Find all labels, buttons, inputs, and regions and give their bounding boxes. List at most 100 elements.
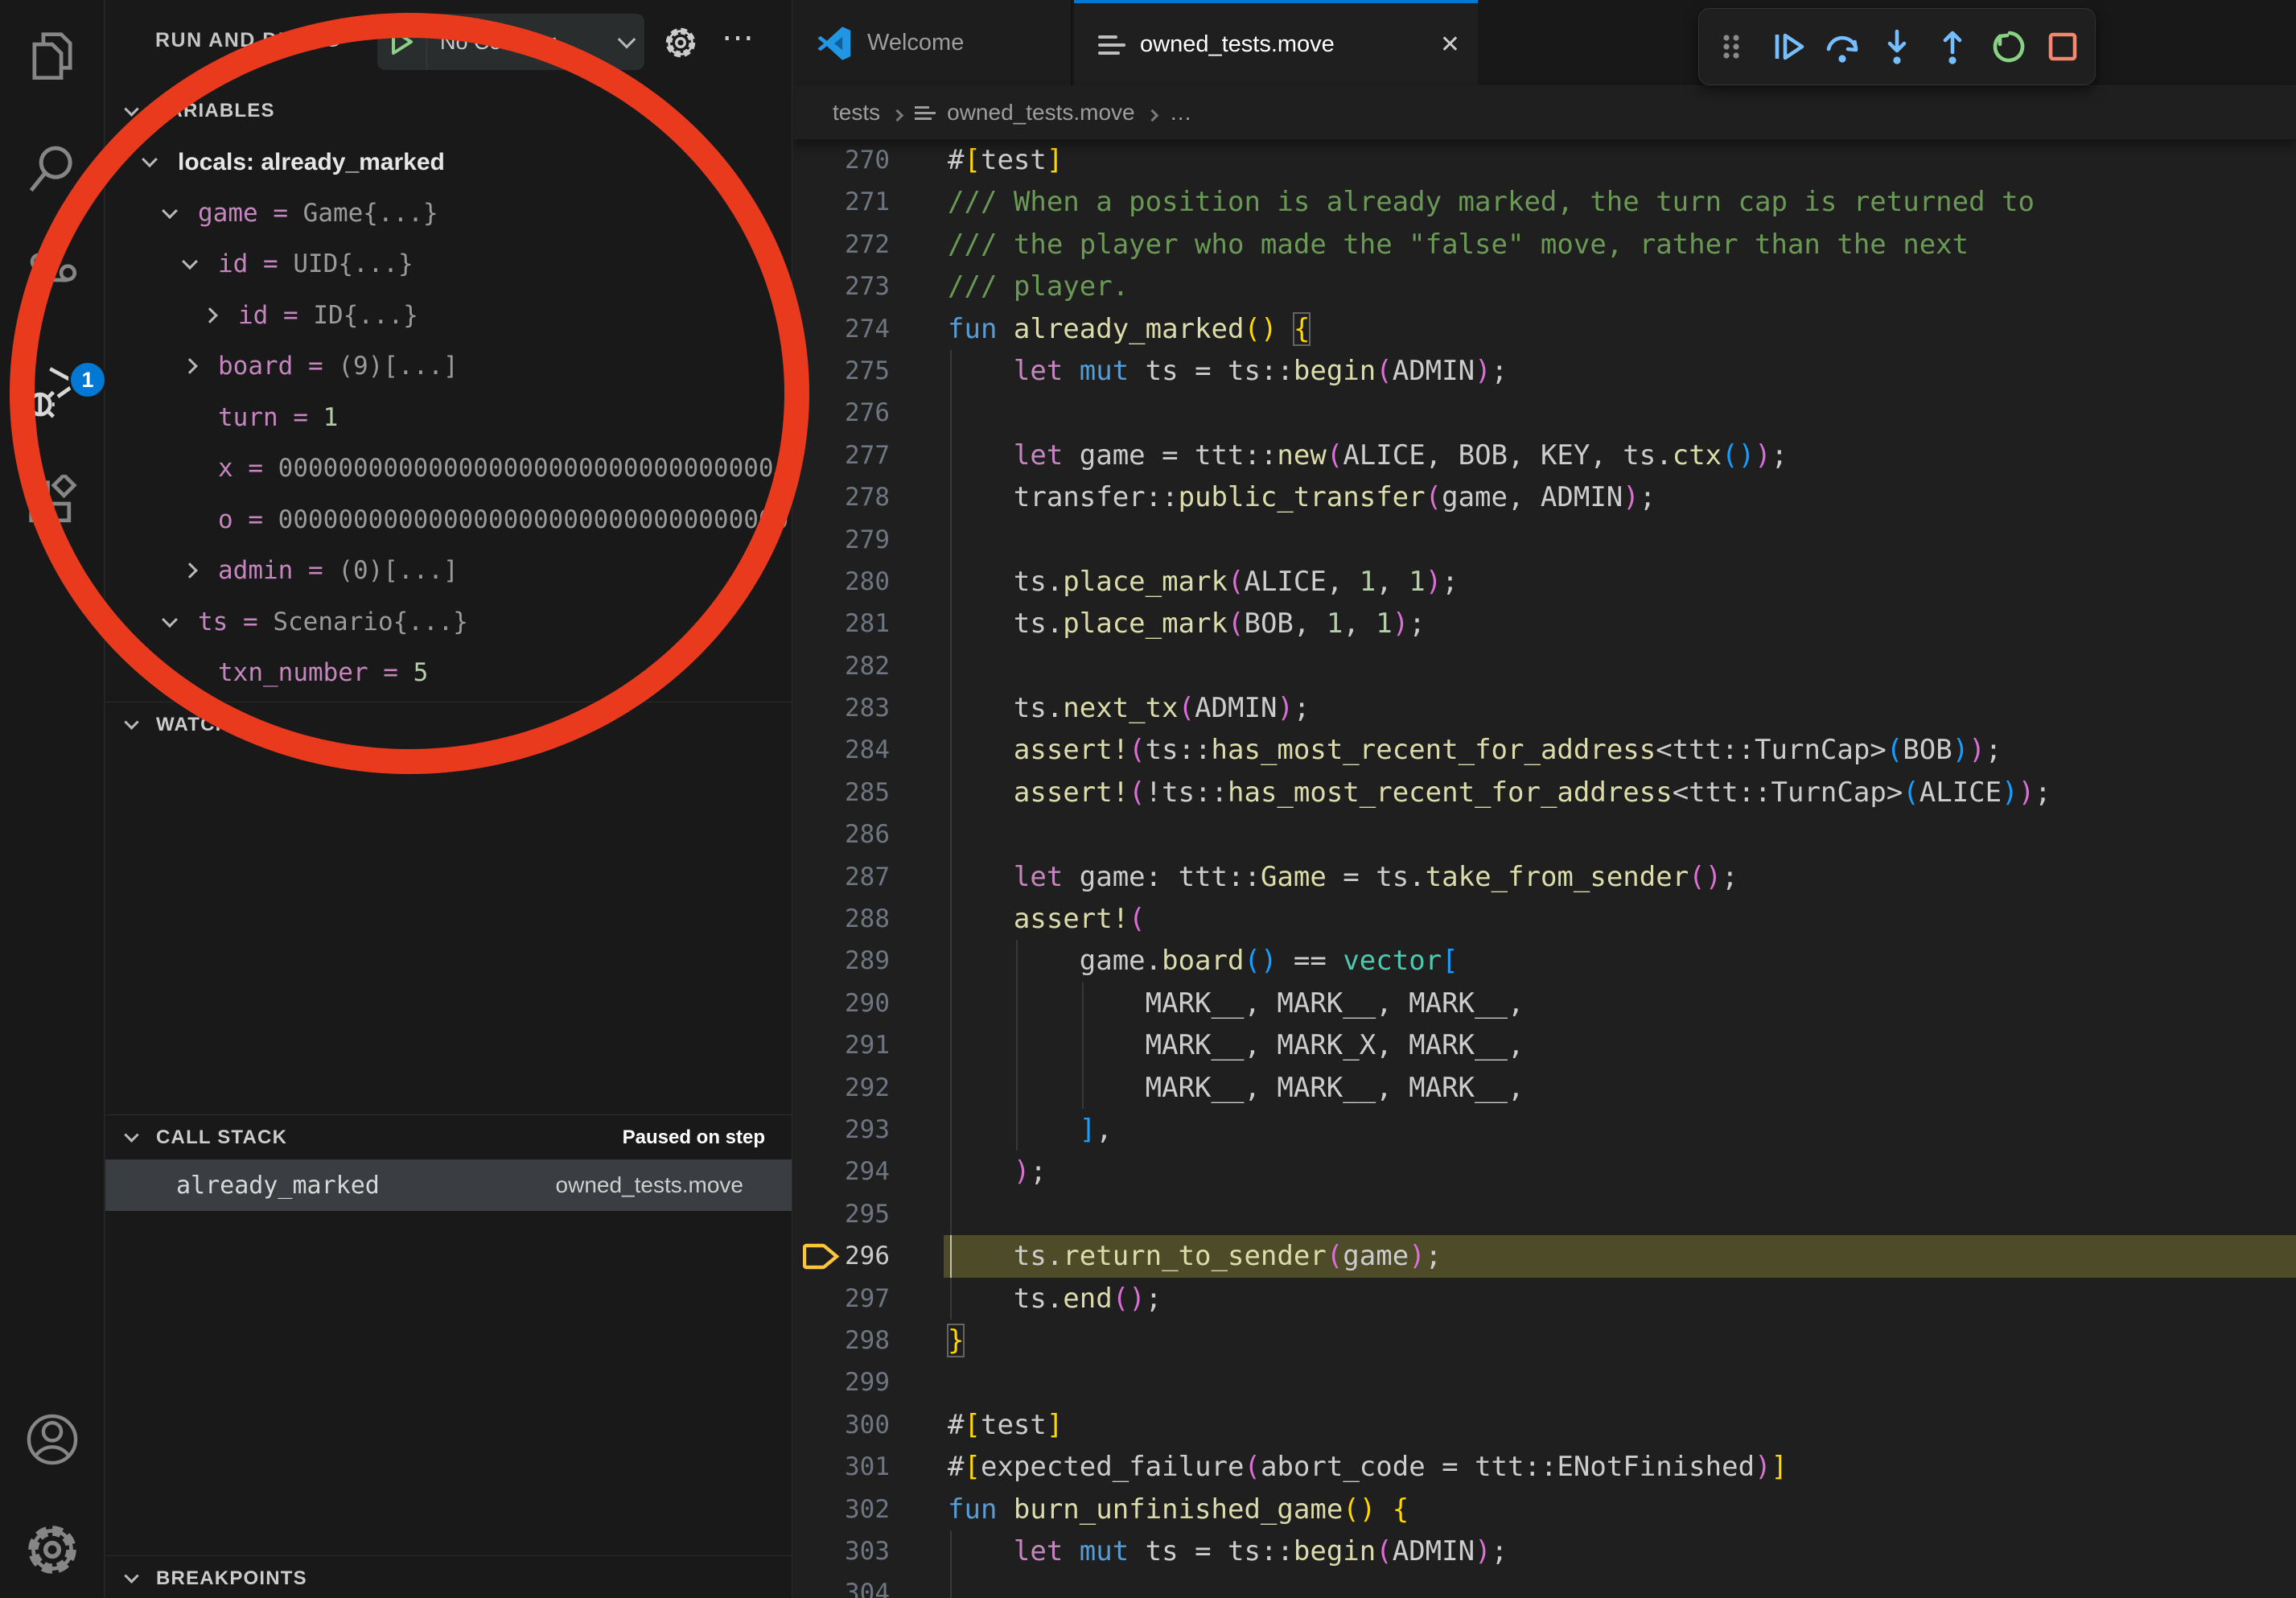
explorer-icon[interactable] — [23, 27, 81, 84]
code-line-295[interactable]: 295 — [793, 1193, 2296, 1235]
variable-row-id[interactable]: id = UID{...} — [105, 239, 792, 290]
continue-button[interactable] — [1764, 24, 1809, 69]
variable-row-id[interactable]: id = ID{...} — [105, 290, 792, 342]
line-number[interactable]: 279 — [793, 519, 890, 561]
line-number[interactable]: 289 — [793, 940, 890, 982]
code-line-287[interactable]: 287let game: ttt::Game = ts.take_from_se… — [793, 856, 2296, 898]
line-number[interactable]: 301 — [793, 1446, 890, 1488]
code-line-304[interactable]: 304 — [793, 1572, 2296, 1598]
line-number[interactable]: 295 — [793, 1193, 890, 1235]
variable-row-x[interactable]: x = 000000000000000000000000000000000… — [105, 443, 792, 495]
line-number[interactable]: 283 — [793, 687, 890, 729]
extensions-icon[interactable] — [23, 475, 81, 533]
line-number[interactable]: 294 — [793, 1151, 890, 1192]
line-number[interactable]: 292 — [793, 1067, 890, 1109]
line-number[interactable]: 302 — [793, 1489, 890, 1530]
code-line-272[interactable]: 272/// the player who made the "false" m… — [793, 224, 2296, 266]
variable-row-game[interactable]: game = Game{...} — [105, 188, 792, 240]
code-line-296[interactable]: 296 ts.return_to_sender(game); — [793, 1235, 2296, 1277]
code-line-270[interactable]: 270#[test] — [793, 139, 2296, 181]
line-number[interactable]: 280 — [793, 561, 890, 603]
more-actions-icon[interactable]: ⋯ — [722, 19, 759, 56]
line-number[interactable]: 286 — [793, 813, 890, 855]
line-number[interactable]: 303 — [793, 1530, 890, 1572]
code-line-275[interactable]: 275let mut ts = ts::begin(ADMIN); — [793, 350, 2296, 392]
code-line-293[interactable]: 293], — [793, 1109, 2296, 1151]
source-control-icon[interactable] — [23, 249, 81, 307]
tab-welcome[interactable]: Welcome — [793, 0, 1072, 86]
debug-settings-gear-icon[interactable] — [662, 24, 699, 61]
breadcrumb-folder[interactable]: tests — [833, 100, 880, 126]
line-number[interactable]: 288 — [793, 898, 890, 940]
step-over-button[interactable] — [1820, 24, 1865, 69]
code-line-302[interactable]: 302fun burn_unfinished_game() { — [793, 1489, 2296, 1530]
breadcrumb-file[interactable]: owned_tests.move — [947, 100, 1134, 126]
account-icon[interactable] — [23, 1411, 81, 1468]
step-into-button[interactable] — [1874, 24, 1920, 69]
line-number[interactable]: 285 — [793, 772, 890, 813]
start-debug-icon[interactable] — [377, 14, 427, 70]
restart-button[interactable] — [1985, 24, 2030, 69]
line-number[interactable]: 281 — [793, 603, 890, 645]
line-number[interactable]: 278 — [793, 476, 890, 518]
settings-gear-icon[interactable] — [23, 1521, 81, 1579]
code-line-284[interactable]: 284assert!(ts::has_most_recent_for_addre… — [793, 729, 2296, 771]
line-number[interactable]: 299 — [793, 1361, 890, 1403]
code-line-280[interactable]: 280ts.place_mark(ALICE, 1, 1); — [793, 561, 2296, 603]
variable-row-ts[interactable]: ts = Scenario{...} — [105, 597, 792, 649]
variables-section-header[interactable]: VARIABLES — [105, 89, 792, 134]
code-line-303[interactable]: 303let mut ts = ts::begin(ADMIN); — [793, 1530, 2296, 1572]
code-line-282[interactable]: 282 — [793, 645, 2296, 687]
call-stack-section-header[interactable]: CALL STACK Paused on step — [105, 1114, 792, 1159]
variable-row-txn_number[interactable]: txn_number = 5 — [105, 648, 792, 699]
code-line-291[interactable]: 291MARK__, MARK_X, MARK__, — [793, 1024, 2296, 1066]
line-number[interactable]: 287 — [793, 856, 890, 898]
stop-button[interactable] — [2040, 24, 2085, 69]
line-number[interactable]: 298 — [793, 1320, 890, 1361]
line-number[interactable]: 304 — [793, 1572, 890, 1598]
breadcrumb-symbol[interactable]: … — [1170, 100, 1192, 126]
code-line-274[interactable]: 274fun already_marked() { — [793, 308, 2296, 350]
variables-scope-row[interactable]: locals: already_marked — [105, 137, 792, 188]
line-number[interactable]: 284 — [793, 729, 890, 771]
line-number[interactable]: 271 — [793, 181, 890, 223]
line-number[interactable]: 277 — [793, 435, 890, 476]
code-line-283[interactable]: 283ts.next_tx(ADMIN); — [793, 687, 2296, 729]
line-number[interactable]: 297 — [793, 1278, 890, 1320]
line-number[interactable]: 273 — [793, 266, 890, 307]
line-number[interactable]: 272 — [793, 224, 890, 266]
close-tab-icon[interactable]: ✕ — [1440, 31, 1460, 59]
code-line-298[interactable]: 298} — [793, 1320, 2296, 1361]
call-stack-frame[interactable]: already_marked owned_tests.move — [105, 1159, 792, 1211]
code-line-288[interactable]: 288assert!( — [793, 898, 2296, 940]
variable-row-admin[interactable]: admin = (0)[...] — [105, 546, 792, 597]
run-and-debug-icon[interactable]: 1 — [23, 362, 81, 420]
tab-owned-tests-move[interactable]: owned_tests.move ✕ — [1074, 0, 1478, 86]
toolbar-drag-handle[interactable] — [1710, 24, 1755, 69]
code-line-292[interactable]: 292MARK__, MARK__, MARK__, — [793, 1067, 2296, 1109]
watch-section-header[interactable]: WATCH — [105, 702, 792, 747]
code-line-297[interactable]: 297ts.end(); — [793, 1278, 2296, 1320]
code-line-276[interactable]: 276 — [793, 392, 2296, 434]
code-line-300[interactable]: 300#[test] — [793, 1404, 2296, 1446]
code-line-286[interactable]: 286 — [793, 813, 2296, 855]
variable-row-turn[interactable]: turn = 1 — [105, 393, 792, 444]
line-number[interactable]: 300 — [793, 1404, 890, 1446]
code-editor[interactable]: 270#[test]271/// When a position is alre… — [793, 139, 2296, 1598]
line-number[interactable]: 270 — [793, 139, 890, 181]
code-line-278[interactable]: 278transfer::public_transfer(game, ADMIN… — [793, 476, 2296, 518]
code-line-271[interactable]: 271/// When a position is already marked… — [793, 181, 2296, 223]
line-number[interactable]: 291 — [793, 1024, 890, 1066]
search-icon[interactable] — [23, 139, 81, 197]
code-line-277[interactable]: 277let game = ttt::new(ALICE, BOB, KEY, … — [793, 435, 2296, 476]
line-number[interactable]: 276 — [793, 392, 890, 434]
variable-row-board[interactable]: board = (9)[...] — [105, 341, 792, 393]
code-line-281[interactable]: 281ts.place_mark(BOB, 1, 1); — [793, 603, 2296, 645]
line-number[interactable]: 290 — [793, 982, 890, 1024]
line-number[interactable]: 293 — [793, 1109, 890, 1151]
code-line-294[interactable]: 294); — [793, 1151, 2296, 1192]
code-line-279[interactable]: 279 — [793, 519, 2296, 561]
variable-row-o[interactable]: o = 0000000000000000000000000000000000. — [105, 495, 792, 546]
code-line-301[interactable]: 301#[expected_failure(abort_code = ttt::… — [793, 1446, 2296, 1488]
code-line-299[interactable]: 299 — [793, 1361, 2296, 1403]
